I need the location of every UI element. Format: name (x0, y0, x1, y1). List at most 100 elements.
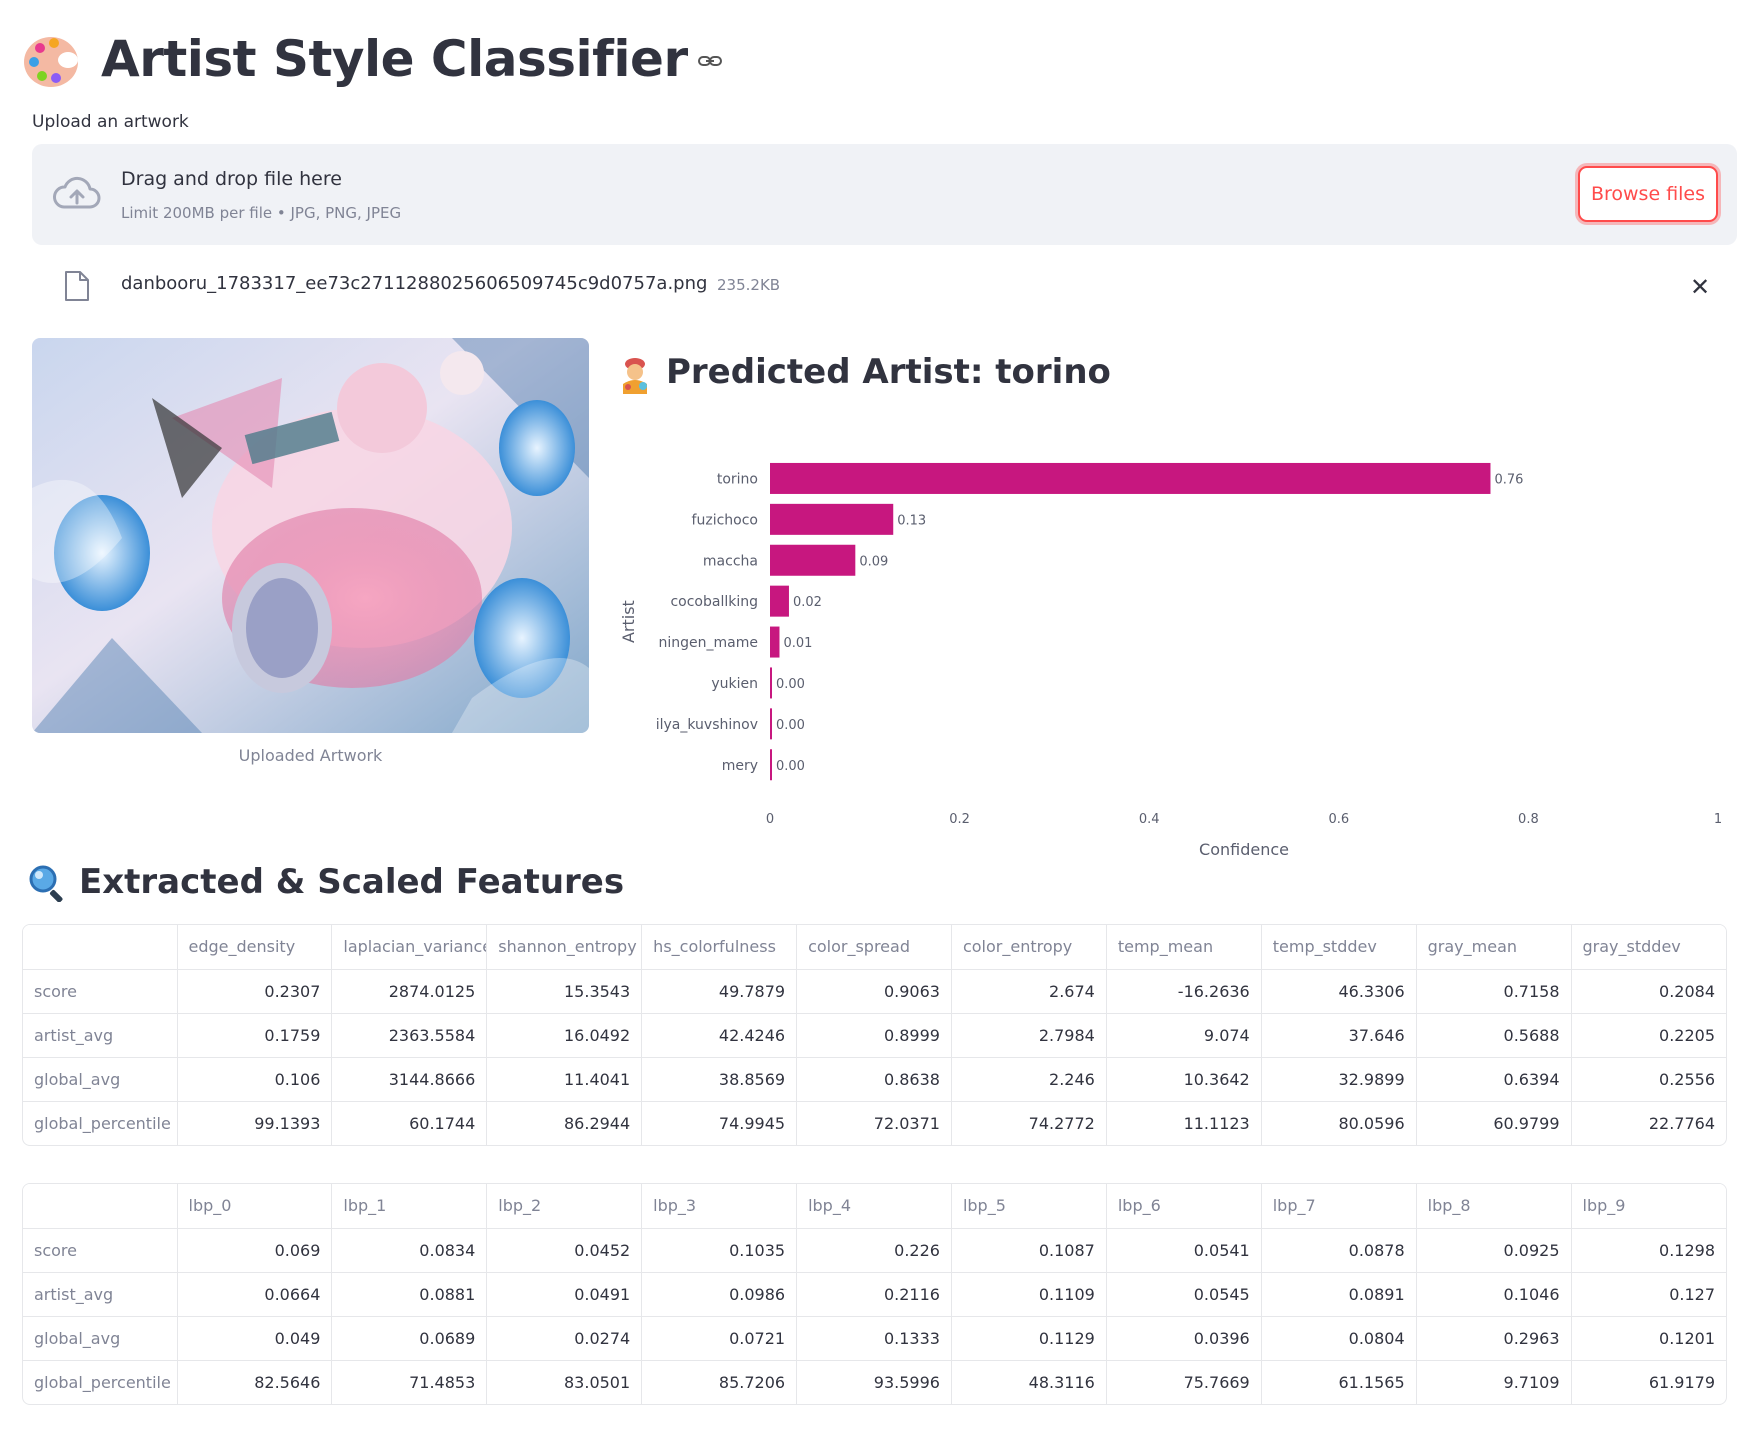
table-cell[interactable]: 0.9063 (796, 969, 952, 1014)
lbp-features-table[interactable]: lbp_0 lbp_1 lbp_2 lbp_3 lbp_4 lbp_5 lbp_6 lbp_7… (22, 1183, 1727, 1405)
table-cell[interactable]: 0.7158 (1416, 969, 1572, 1014)
column-header[interactable]: lbp_0 (177, 1184, 333, 1229)
table-cell[interactable]: 0.069 (177, 1228, 333, 1273)
column-header[interactable]: lbp_8 (1416, 1184, 1572, 1229)
column-header[interactable]: lbp_4 (796, 1184, 952, 1229)
table-cell[interactable]: 0.0664 (177, 1272, 333, 1317)
column-header[interactable]: color_spread (796, 925, 952, 970)
table-cell[interactable]: 83.0501 (486, 1360, 643, 1404)
table-cell[interactable]: 0.0721 (641, 1316, 798, 1361)
table-cell[interactable]: 0.0891 (1261, 1272, 1417, 1317)
table-cell[interactable]: 48.3116 (951, 1360, 1107, 1404)
column-header[interactable]: hs_colorfulness (641, 925, 798, 970)
table-cell[interactable]: 0.1298 (1571, 1228, 1726, 1273)
table-cell[interactable]: 71.4853 (331, 1360, 488, 1404)
table-cell[interactable]: 0.2307 (177, 969, 333, 1014)
table-cell[interactable]: 0.1201 (1571, 1316, 1726, 1361)
column-header[interactable]: gray_mean (1416, 925, 1572, 970)
table-cell[interactable]: 80.0596 (1261, 1101, 1417, 1145)
table-cell[interactable]: 61.1565 (1261, 1360, 1417, 1404)
table-cell[interactable]: 42.4246 (641, 1013, 798, 1058)
table-cell[interactable]: 85.7206 (641, 1360, 798, 1404)
column-header[interactable]: color_entropy (951, 925, 1107, 970)
table-cell[interactable]: 0.8999 (796, 1013, 952, 1058)
table-cell[interactable]: 15.3543 (486, 969, 643, 1014)
table-cell[interactable]: 86.2944 (486, 1101, 643, 1145)
table-cell[interactable]: 61.9179 (1571, 1360, 1726, 1404)
table-cell[interactable]: 0.226 (796, 1228, 952, 1273)
table-cell[interactable]: 0.2084 (1571, 969, 1726, 1014)
table-cell[interactable]: 0.5688 (1416, 1013, 1572, 1058)
table-cell[interactable]: 0.0541 (1106, 1228, 1262, 1273)
table-cell[interactable]: 2.674 (951, 969, 1107, 1014)
table-cell[interactable]: 0.2556 (1571, 1057, 1726, 1102)
table-cell[interactable]: 2874.0125 (331, 969, 488, 1014)
table-cell[interactable]: 0.1046 (1416, 1272, 1572, 1317)
table-cell[interactable]: 0.0834 (331, 1228, 488, 1273)
table-cell[interactable]: 0.0689 (331, 1316, 488, 1361)
table-cell[interactable]: 74.2772 (951, 1101, 1107, 1145)
table-cell[interactable]: 2.7984 (951, 1013, 1107, 1058)
table-cell[interactable]: 75.7669 (1106, 1360, 1262, 1404)
table-cell[interactable]: 0.2205 (1571, 1013, 1726, 1058)
table-cell[interactable]: 0.0878 (1261, 1228, 1417, 1273)
table-cell[interactable]: 0.1759 (177, 1013, 333, 1058)
table-cell[interactable]: 0.0274 (486, 1316, 643, 1361)
table-cell[interactable]: 0.1109 (951, 1272, 1107, 1317)
table-cell[interactable]: 2.246 (951, 1057, 1107, 1102)
column-header[interactable]: temp_stddev (1261, 925, 1417, 970)
table-cell[interactable]: 3144.8666 (331, 1057, 488, 1102)
table-cell[interactable]: 0.0396 (1106, 1316, 1262, 1361)
column-header[interactable]: lbp_5 (951, 1184, 1107, 1229)
column-header[interactable]: lbp_6 (1106, 1184, 1262, 1229)
column-header[interactable]: gray_stddev (1571, 925, 1726, 970)
table-cell[interactable]: 49.7879 (641, 969, 798, 1014)
browse-files-button[interactable]: Browse files (1578, 166, 1718, 222)
table-cell[interactable]: 0.8638 (796, 1057, 952, 1102)
column-header[interactable]: lbp_9 (1571, 1184, 1726, 1229)
table-cell[interactable]: 0.106 (177, 1057, 333, 1102)
column-header[interactable]: shannon_entropy (486, 925, 643, 970)
table-cell[interactable]: 11.1123 (1106, 1101, 1262, 1145)
table-cell[interactable]: 72.0371 (796, 1101, 952, 1145)
table-cell[interactable]: 0.0491 (486, 1272, 643, 1317)
column-header[interactable]: laplacian_variance (331, 925, 488, 970)
table-cell[interactable]: 38.8569 (641, 1057, 798, 1102)
table-cell[interactable]: 0.1035 (641, 1228, 798, 1273)
file-dropzone[interactable] (32, 144, 1737, 245)
table-cell[interactable]: 11.4041 (486, 1057, 643, 1102)
table-cell[interactable]: 46.3306 (1261, 969, 1417, 1014)
table-cell[interactable]: 0.1087 (951, 1228, 1107, 1273)
table-cell[interactable]: 22.7764 (1571, 1101, 1726, 1145)
table-cell[interactable]: 93.5996 (796, 1360, 952, 1404)
column-header[interactable]: lbp_2 (486, 1184, 643, 1229)
table-cell[interactable]: 0.1129 (951, 1316, 1107, 1361)
table-cell[interactable]: 0.6394 (1416, 1057, 1572, 1102)
table-cell[interactable]: 9.074 (1106, 1013, 1262, 1058)
table-cell[interactable]: 37.646 (1261, 1013, 1417, 1058)
column-header[interactable]: temp_mean (1106, 925, 1262, 970)
features-table[interactable]: edge_density laplacian_variance shannon_en… (22, 924, 1727, 1146)
table-cell[interactable]: 74.9945 (641, 1101, 798, 1145)
table-cell[interactable]: 60.1744 (331, 1101, 488, 1145)
column-header[interactable]: edge_density (177, 925, 333, 970)
table-cell[interactable]: 16.0492 (486, 1013, 643, 1058)
link-icon[interactable] (698, 53, 722, 69)
table-cell[interactable]: -16.2636 (1106, 969, 1262, 1014)
table-cell[interactable]: 2363.5584 (331, 1013, 488, 1058)
table-cell[interactable]: 0.0986 (641, 1272, 798, 1317)
table-cell[interactable]: 82.5646 (177, 1360, 333, 1404)
table-cell[interactable]: 10.3642 (1106, 1057, 1262, 1102)
table-cell[interactable]: 99.1393 (177, 1101, 333, 1145)
table-cell[interactable]: 0.0452 (486, 1228, 643, 1273)
table-cell[interactable]: 9.7109 (1416, 1360, 1572, 1404)
table-cell[interactable]: 0.2116 (796, 1272, 952, 1317)
table-cell[interactable]: 0.2963 (1416, 1316, 1572, 1361)
table-cell[interactable]: 0.1333 (796, 1316, 952, 1361)
table-cell[interactable]: 0.0925 (1416, 1228, 1572, 1273)
table-cell[interactable]: 0.0804 (1261, 1316, 1417, 1361)
table-cell[interactable]: 32.9899 (1261, 1057, 1417, 1102)
table-cell[interactable]: 0.127 (1571, 1272, 1726, 1317)
table-cell[interactable]: 0.0881 (331, 1272, 488, 1317)
table-cell[interactable]: 0.0545 (1106, 1272, 1262, 1317)
